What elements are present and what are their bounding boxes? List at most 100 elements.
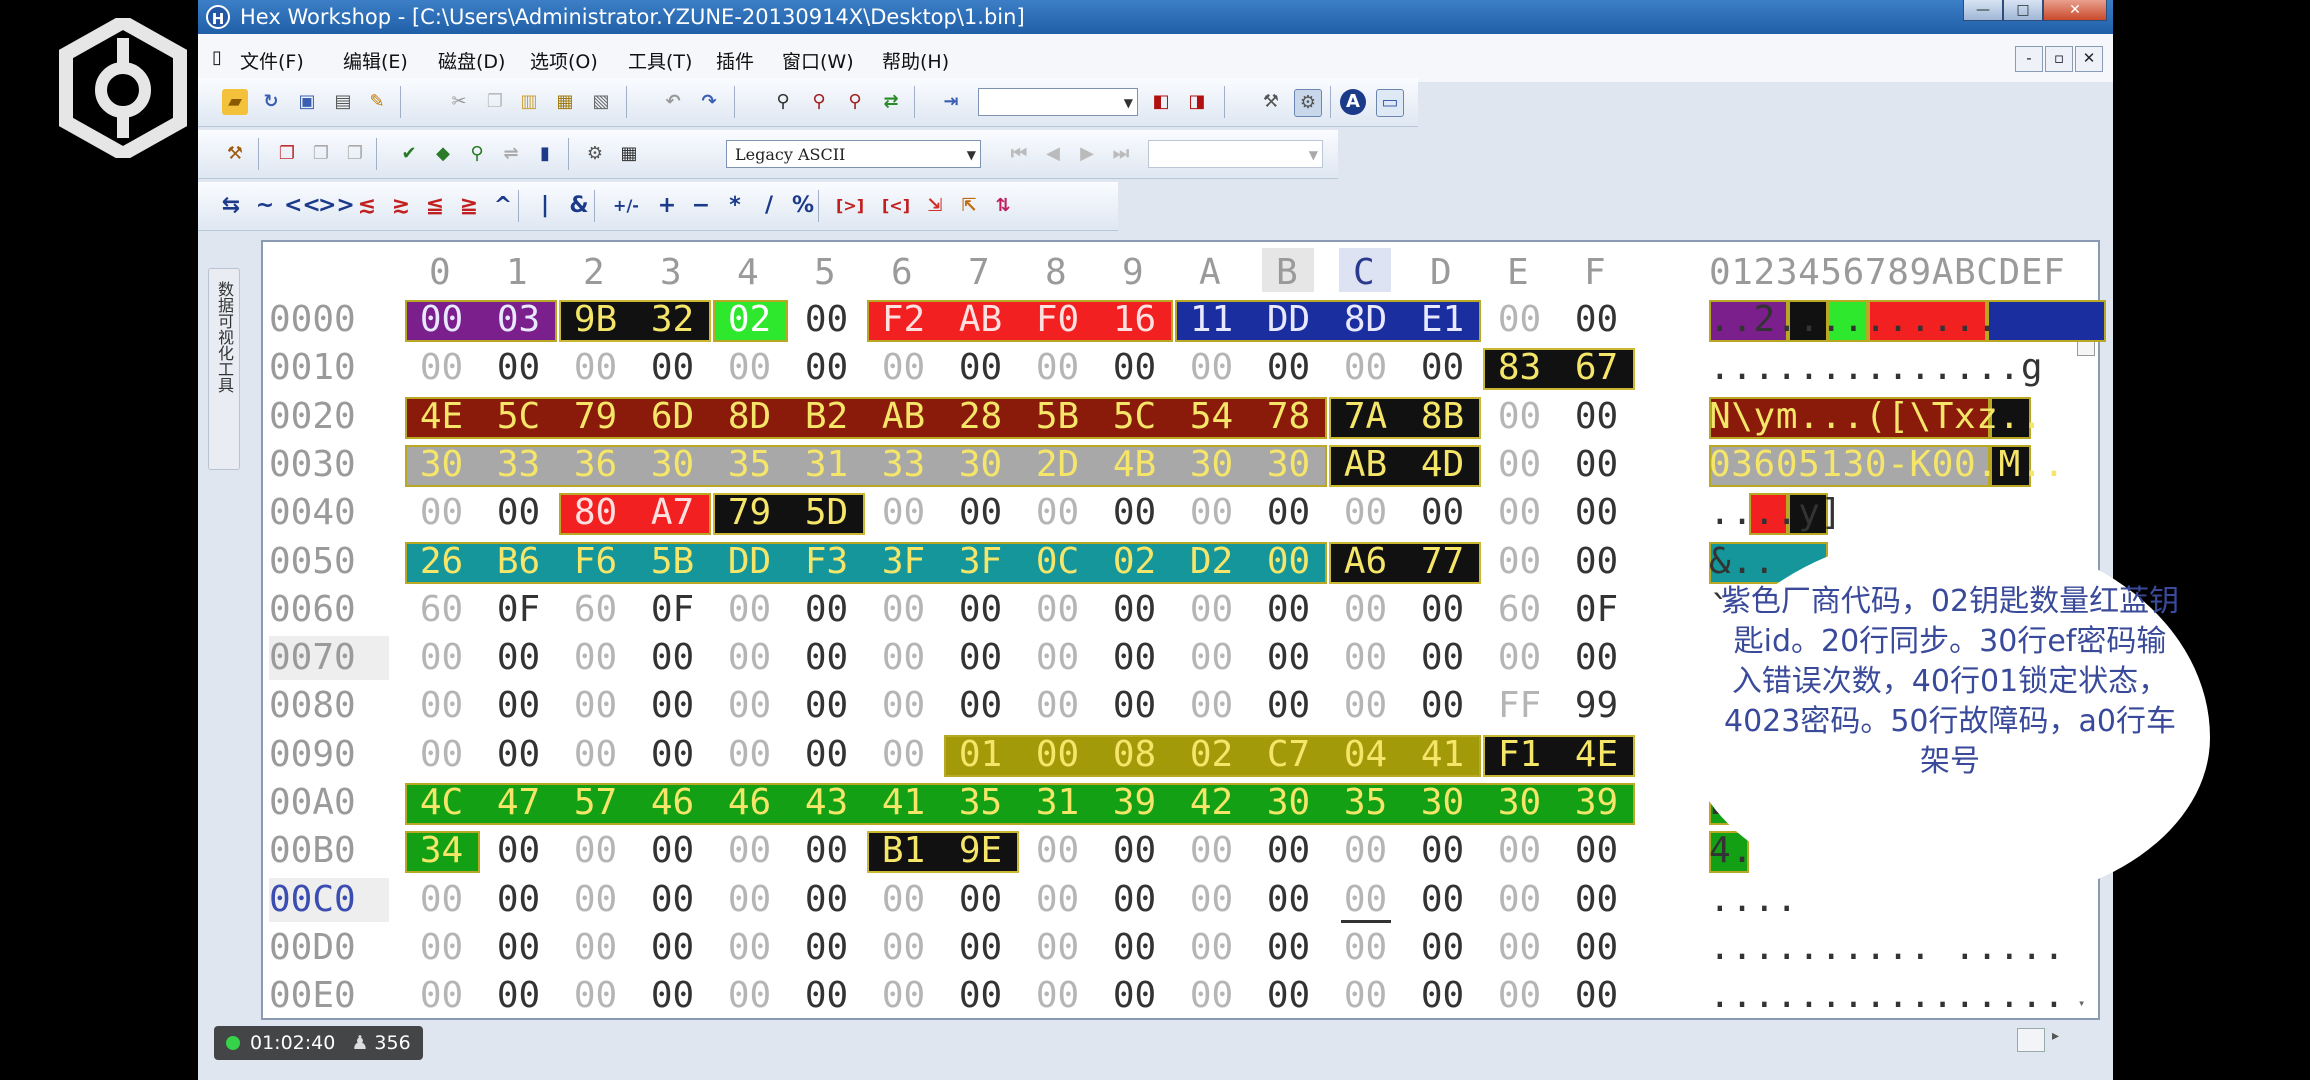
op-negate-button[interactable]: +/-: [606, 193, 646, 219]
hex-byte[interactable]: 02: [711, 298, 788, 342]
hex-byte[interactable]: 00: [557, 829, 634, 873]
ascii-text[interactable]: ................: [1709, 974, 2109, 1018]
hex-byte[interactable]: 00: [403, 298, 480, 342]
hex-byte[interactable]: 00: [1558, 926, 1635, 970]
row-address[interactable]: 0050: [269, 540, 389, 584]
hex-byte[interactable]: DD: [711, 540, 788, 584]
hex-byte[interactable]: 00: [1404, 636, 1481, 680]
row-address[interactable]: 00C0: [269, 877, 389, 922]
redo-icon[interactable]: ↷: [696, 89, 722, 115]
hex-byte[interactable]: F6: [557, 540, 634, 584]
row-address[interactable]: 0060: [269, 588, 389, 632]
row-address[interactable]: 00B0: [269, 829, 389, 873]
hex-byte[interactable]: 80: [557, 491, 634, 535]
reload-icon[interactable]: ↻: [258, 89, 284, 115]
hex-byte[interactable]: 00: [634, 684, 711, 728]
copy-text-icon[interactable]: ❐: [342, 141, 368, 167]
hex-byte[interactable]: 00: [1558, 443, 1635, 487]
window-layout-icon[interactable]: ▭: [1376, 89, 1404, 117]
hex-byte[interactable]: 00: [1019, 684, 1096, 728]
hex-byte[interactable]: 00: [1096, 974, 1173, 1018]
hex-byte[interactable]: 00: [1173, 684, 1250, 728]
hex-byte[interactable]: 00: [1019, 974, 1096, 1018]
hex-byte[interactable]: 67: [1558, 346, 1635, 390]
hex-byte[interactable]: 26: [403, 540, 480, 584]
hex-byte[interactable]: 0F: [480, 588, 557, 632]
menu-disk[interactable]: 磁盘(D): [438, 47, 505, 74]
sort-desc-icon[interactable]: ⇱: [956, 193, 982, 219]
hex-byte[interactable]: 00: [1173, 491, 1250, 535]
op-rotate-right-button[interactable]: ≳: [386, 193, 416, 219]
hex-byte[interactable]: 00: [557, 346, 634, 390]
hex-byte[interactable]: 30: [1173, 443, 1250, 487]
hex-byte[interactable]: 35: [942, 781, 1019, 825]
hex-byte[interactable]: 00: [1327, 926, 1404, 970]
hex-byte[interactable]: 04: [1327, 733, 1404, 777]
hex-byte[interactable]: 00: [634, 829, 711, 873]
clipboard-icon[interactable]: ▧: [588, 89, 614, 115]
hex-byte[interactable]: AB: [942, 298, 1019, 342]
op-or-button[interactable]: |: [530, 193, 560, 219]
op-shift-right-button[interactable]: >>: [318, 193, 355, 219]
hex-byte[interactable]: 00: [788, 926, 865, 970]
hex-byte[interactable]: A7: [634, 491, 711, 535]
hex-byte[interactable]: 00: [634, 926, 711, 970]
hex-byte[interactable]: 57: [557, 781, 634, 825]
first-record-icon[interactable]: ⏮: [1006, 141, 1032, 167]
hex-byte[interactable]: 00: [1019, 588, 1096, 632]
hex-byte[interactable]: 32: [634, 298, 711, 342]
menu-edit[interactable]: 编辑(E): [343, 47, 408, 74]
hex-byte[interactable]: 00: [1019, 829, 1096, 873]
hex-byte[interactable]: 00: [1173, 346, 1250, 390]
hex-byte[interactable]: 02: [1096, 540, 1173, 584]
save-icon[interactable]: ▣: [294, 89, 320, 115]
hex-byte[interactable]: 00: [711, 926, 788, 970]
hammer-icon[interactable]: ⚒: [222, 141, 248, 167]
hex-byte[interactable]: 00: [1096, 829, 1173, 873]
hex-byte[interactable]: 00: [865, 684, 942, 728]
hex-byte[interactable]: 33: [480, 443, 557, 487]
side-panel-tab[interactable]: 数据可视化工具: [208, 268, 240, 470]
hex-byte[interactable]: 00: [865, 926, 942, 970]
hex-byte[interactable]: 8D: [711, 395, 788, 439]
op-multiply-button[interactable]: *: [720, 193, 750, 219]
hex-byte[interactable]: 00: [865, 878, 942, 922]
hex-byte[interactable]: 60: [403, 588, 480, 632]
ascii-text[interactable]: ................: [1709, 926, 2109, 970]
row-address[interactable]: 0020: [269, 395, 389, 439]
row-address[interactable]: 0010: [269, 346, 389, 390]
hex-byte[interactable]: 00: [480, 733, 557, 777]
hex-byte[interactable]: 79: [557, 395, 634, 439]
hex-byte[interactable]: 00: [1173, 878, 1250, 922]
hex-byte[interactable]: 00: [942, 878, 1019, 922]
hex-byte[interactable]: 00: [480, 346, 557, 390]
hex-byte[interactable]: 00: [634, 974, 711, 1018]
hex-byte[interactable]: F1: [1481, 733, 1558, 777]
hex-byte[interactable]: F0: [1019, 298, 1096, 342]
status-panel-icon[interactable]: [2017, 1028, 2045, 1052]
hex-byte[interactable]: 78: [1250, 395, 1327, 439]
info-icon[interactable]: A: [1340, 89, 1366, 115]
bookmark-next-icon[interactable]: ◨: [1184, 89, 1210, 115]
hex-byte[interactable]: 00: [1327, 974, 1404, 1018]
ascii-text[interactable]: N\ym...([\Txz..: [1709, 395, 2109, 439]
hex-byte[interactable]: 00: [865, 491, 942, 535]
hex-byte[interactable]: 9E: [942, 829, 1019, 873]
compare-icon[interactable]: ⚒: [1258, 89, 1284, 115]
hex-byte[interactable]: 79: [711, 491, 788, 535]
properties-icon[interactable]: ✎: [364, 89, 390, 115]
hex-byte[interactable]: 11: [1173, 298, 1250, 342]
row-address[interactable]: 0030: [269, 443, 389, 487]
hex-byte[interactable]: 00: [1019, 346, 1096, 390]
hex-byte[interactable]: 00: [788, 733, 865, 777]
op-block-shift-right-button[interactable]: ≧: [454, 193, 484, 219]
hex-byte[interactable]: 00: [1250, 926, 1327, 970]
hex-byte[interactable]: 8B: [1404, 395, 1481, 439]
op-insert-left-button[interactable]: [<]: [876, 193, 916, 219]
hex-byte[interactable]: 00: [1327, 829, 1404, 873]
op-rotate-left-button[interactable]: ≲: [352, 193, 382, 219]
hex-byte[interactable]: 30: [1250, 781, 1327, 825]
column-header[interactable]: 1: [506, 252, 528, 293]
hex-byte[interactable]: 00: [403, 974, 480, 1018]
prev-record-icon[interactable]: ◀: [1040, 141, 1066, 167]
